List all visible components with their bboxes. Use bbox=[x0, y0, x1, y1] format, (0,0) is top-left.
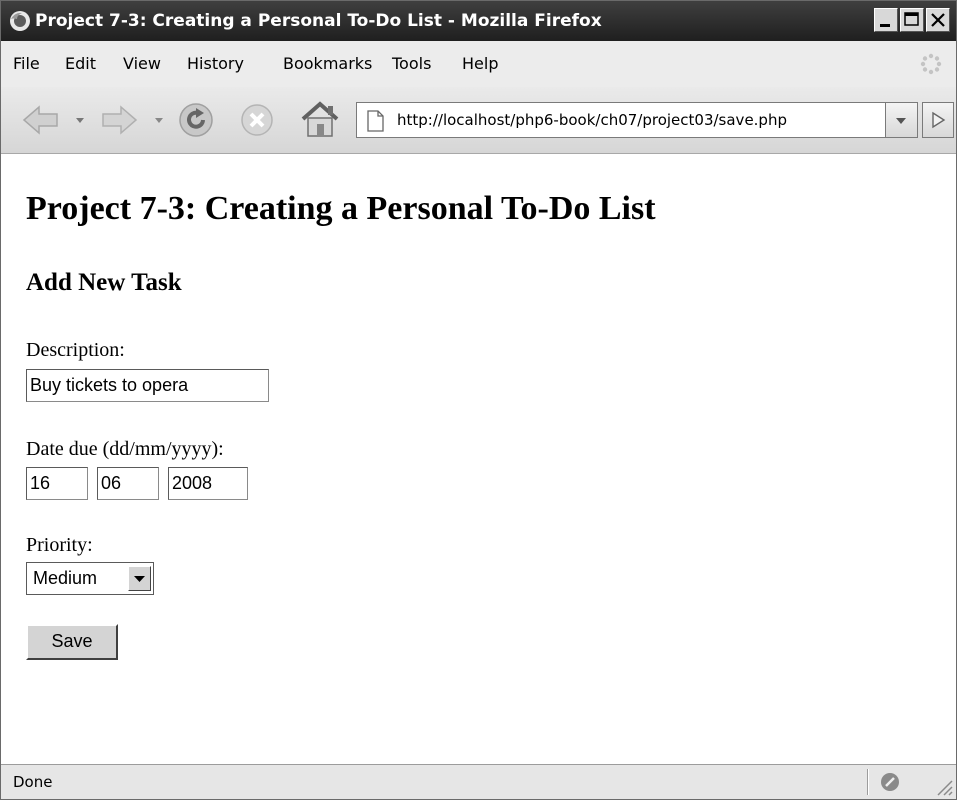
save-button[interactable]: Save bbox=[26, 624, 118, 660]
status-bar: Done bbox=[1, 764, 956, 799]
menu-file[interactable]: File bbox=[13, 41, 40, 87]
maximize-icon bbox=[904, 12, 919, 26]
menu-bookmarks[interactable]: Bookmarks bbox=[283, 41, 372, 87]
maximize-button[interactable] bbox=[900, 8, 924, 32]
chevron-down-icon bbox=[134, 576, 145, 582]
throbber-icon bbox=[920, 53, 942, 75]
back-dropdown-icon[interactable] bbox=[74, 115, 86, 125]
description-label: Description: bbox=[26, 339, 125, 361]
firefox-icon bbox=[10, 11, 30, 31]
back-arrow-icon[interactable] bbox=[21, 103, 61, 137]
close-icon bbox=[931, 13, 945, 27]
menu-help[interactable]: Help bbox=[462, 41, 498, 87]
minimize-icon bbox=[880, 24, 890, 27]
forward-arrow-icon[interactable] bbox=[99, 103, 139, 137]
resize-grip-icon[interactable] bbox=[932, 775, 954, 797]
url-text: http://localhost/php6-book/ch07/project0… bbox=[397, 111, 787, 129]
status-divider-highlight bbox=[868, 769, 869, 795]
go-arrow-icon bbox=[932, 111, 946, 129]
reload-icon[interactable] bbox=[177, 101, 215, 139]
go-button[interactable] bbox=[922, 102, 954, 138]
date-day-input[interactable]: 16 bbox=[26, 467, 88, 500]
date-year-input[interactable]: 2008 bbox=[168, 467, 248, 500]
url-history-dropdown[interactable] bbox=[886, 102, 918, 138]
navigation-toolbar: http://localhost/php6-book/ch07/project0… bbox=[1, 87, 956, 154]
menu-bar: File Edit View History Bookmarks Tools H… bbox=[1, 41, 956, 88]
address-bar[interactable]: http://localhost/php6-book/ch07/project0… bbox=[356, 102, 886, 138]
window-title: Project 7-3: Creating a Personal To-Do L… bbox=[35, 11, 602, 31]
priority-dropdown-button[interactable] bbox=[128, 566, 151, 591]
date-label: Date due (dd/mm/yyyy): bbox=[26, 438, 224, 460]
page-icon bbox=[367, 110, 384, 132]
browser-window: Project 7-3: Creating a Personal To-Do L… bbox=[0, 0, 957, 800]
status-icon[interactable] bbox=[879, 771, 901, 793]
status-text: Done bbox=[13, 773, 53, 791]
minimize-button[interactable] bbox=[874, 8, 898, 32]
menu-history[interactable]: History bbox=[187, 41, 244, 87]
page-title: Project 7-3: Creating a Personal To-Do L… bbox=[26, 190, 656, 227]
menu-edit[interactable]: Edit bbox=[65, 41, 96, 87]
title-bar: Project 7-3: Creating a Personal To-Do L… bbox=[1, 1, 956, 41]
description-input[interactable]: Buy tickets to opera bbox=[26, 369, 269, 402]
home-icon[interactable] bbox=[299, 99, 341, 139]
stop-icon[interactable] bbox=[239, 102, 275, 138]
chevron-down-icon bbox=[896, 118, 906, 124]
date-month-input[interactable]: 06 bbox=[97, 467, 159, 500]
forward-dropdown-icon[interactable] bbox=[153, 115, 165, 125]
section-heading: Add New Task bbox=[26, 269, 182, 296]
page-content: Project 7-3: Creating a Personal To-Do L… bbox=[1, 154, 956, 765]
priority-selected-value: Medium bbox=[33, 568, 98, 588]
close-button[interactable] bbox=[926, 8, 950, 32]
menu-tools[interactable]: Tools bbox=[392, 41, 431, 87]
menu-view[interactable]: View bbox=[123, 41, 161, 87]
priority-label: Priority: bbox=[26, 534, 93, 556]
priority-select[interactable]: Medium bbox=[26, 562, 154, 595]
